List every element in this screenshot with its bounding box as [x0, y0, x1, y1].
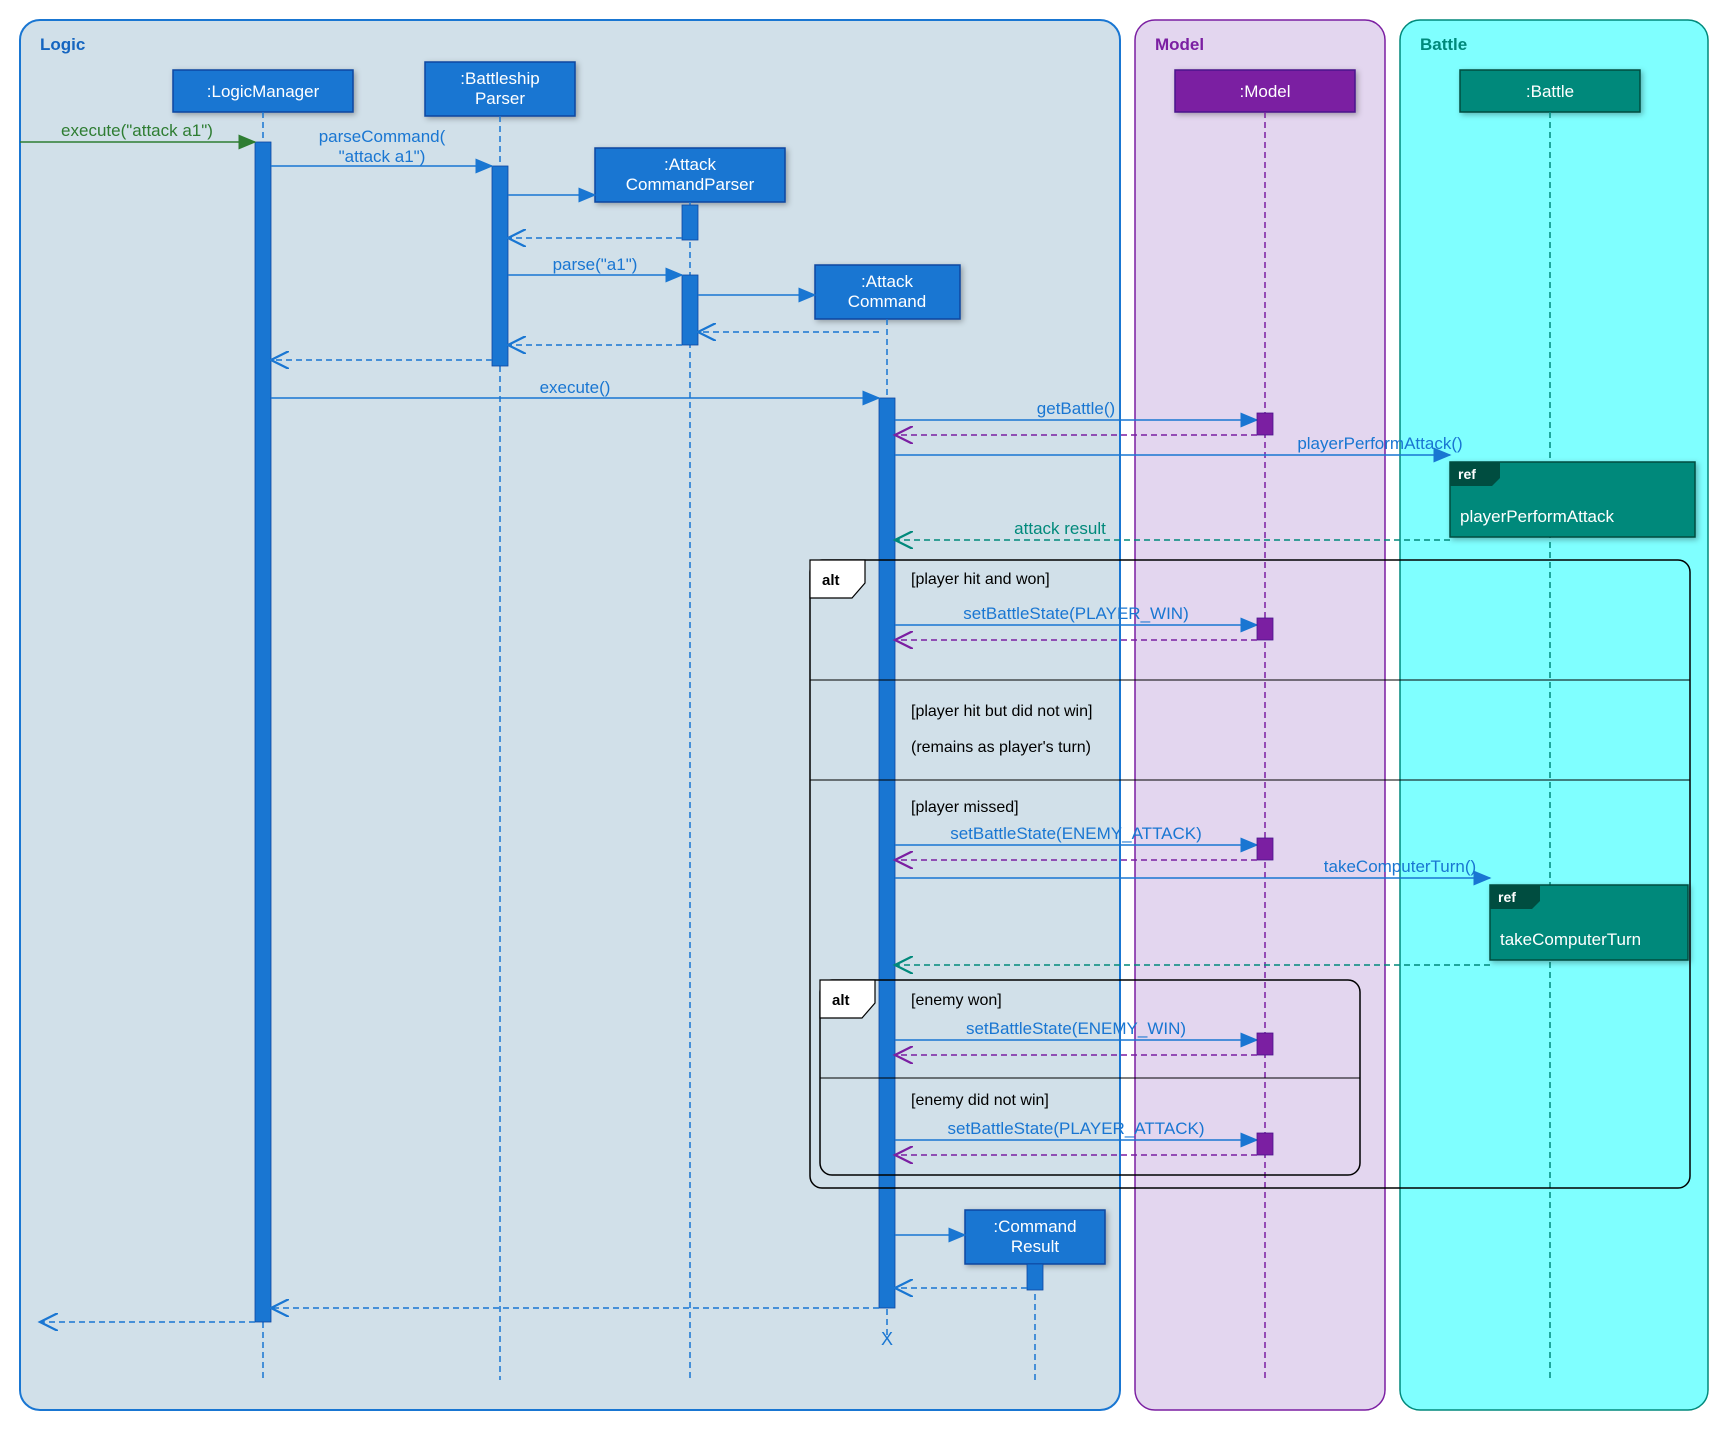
svg-text::Battle: :Battle — [1526, 82, 1574, 101]
svg-text::Model: :Model — [1239, 82, 1290, 101]
note-remains: (remains as player's turn) — [911, 739, 1091, 756]
svg-text::Attack: :Attack — [664, 155, 716, 174]
activation-battleshipparser — [492, 166, 508, 366]
svg-text::LogicManager: :LogicManager — [207, 82, 320, 101]
guard-playermissed: [player missed] — [911, 799, 1019, 816]
svg-text:Result: Result — [1011, 1237, 1059, 1256]
guard-enemynotwon: [enemy did not win] — [911, 1092, 1049, 1109]
activation-attackcommand — [879, 398, 895, 1308]
activation-attackparser-2 — [682, 275, 698, 345]
guard-enemywon: [enemy won] — [911, 992, 1002, 1009]
svg-text:parseCommand(: parseCommand( — [319, 127, 446, 146]
svg-text:playerPerformAttack(): playerPerformAttack() — [1297, 434, 1462, 453]
svg-text:playerPerformAttack: playerPerformAttack — [1460, 507, 1614, 526]
svg-text:CommandParser: CommandParser — [626, 175, 755, 194]
guard-playerhitwon: [player hit and won] — [911, 571, 1050, 588]
region-battle — [1400, 20, 1708, 1410]
activation-logicmanager — [255, 142, 271, 1322]
svg-text:attack result: attack result — [1014, 519, 1106, 538]
svg-text:ref: ref — [1458, 466, 1476, 482]
svg-text::Attack: :Attack — [861, 272, 913, 291]
activation-attackparser-1 — [682, 205, 698, 240]
svg-text:execute(): execute() — [540, 378, 611, 397]
guard-playerhitnotwon: [player hit but did not win] — [911, 703, 1092, 720]
svg-text:parse("a1"): parse("a1") — [553, 255, 638, 274]
svg-text:alt: alt — [822, 572, 840, 589]
svg-text:execute("attack a1"): execute("attack a1") — [61, 121, 213, 140]
svg-text::Command: :Command — [993, 1217, 1076, 1236]
svg-text:alt: alt — [832, 992, 850, 1009]
svg-text:takeComputerTurn(): takeComputerTurn() — [1324, 857, 1476, 876]
svg-text:Command: Command — [848, 292, 926, 311]
svg-text:ref: ref — [1498, 889, 1516, 905]
ref-playerperformattack: ref playerPerformAttack — [1450, 462, 1695, 537]
svg-text::Battleship: :Battleship — [460, 69, 539, 88]
ref-takecomputerturn: ref takeComputerTurn — [1490, 885, 1688, 960]
region-battle-label: Battle — [1420, 35, 1467, 54]
svg-text:setBattleState(ENEMY_ATTACK): setBattleState(ENEMY_ATTACK) — [950, 824, 1202, 843]
svg-text:setBattleState(PLAYER_ATTACK): setBattleState(PLAYER_ATTACK) — [948, 1119, 1205, 1138]
svg-text:takeComputerTurn: takeComputerTurn — [1500, 930, 1641, 949]
region-logic-label: Logic — [40, 35, 85, 54]
destroy-x: X — [881, 1329, 893, 1349]
svg-text:setBattleState(ENEMY_WIN): setBattleState(ENEMY_WIN) — [966, 1019, 1186, 1038]
region-model-label: Model — [1155, 35, 1204, 54]
svg-text:getBattle(): getBattle() — [1037, 399, 1115, 418]
region-model — [1135, 20, 1385, 1410]
sequence-diagram: Logic Model Battle :LogicManager :Battle… — [0, 0, 1728, 1440]
svg-text:setBattleState(PLAYER_WIN): setBattleState(PLAYER_WIN) — [963, 604, 1189, 623]
svg-text:Parser: Parser — [475, 89, 525, 108]
svg-text:"attack a1"): "attack a1") — [339, 147, 426, 166]
